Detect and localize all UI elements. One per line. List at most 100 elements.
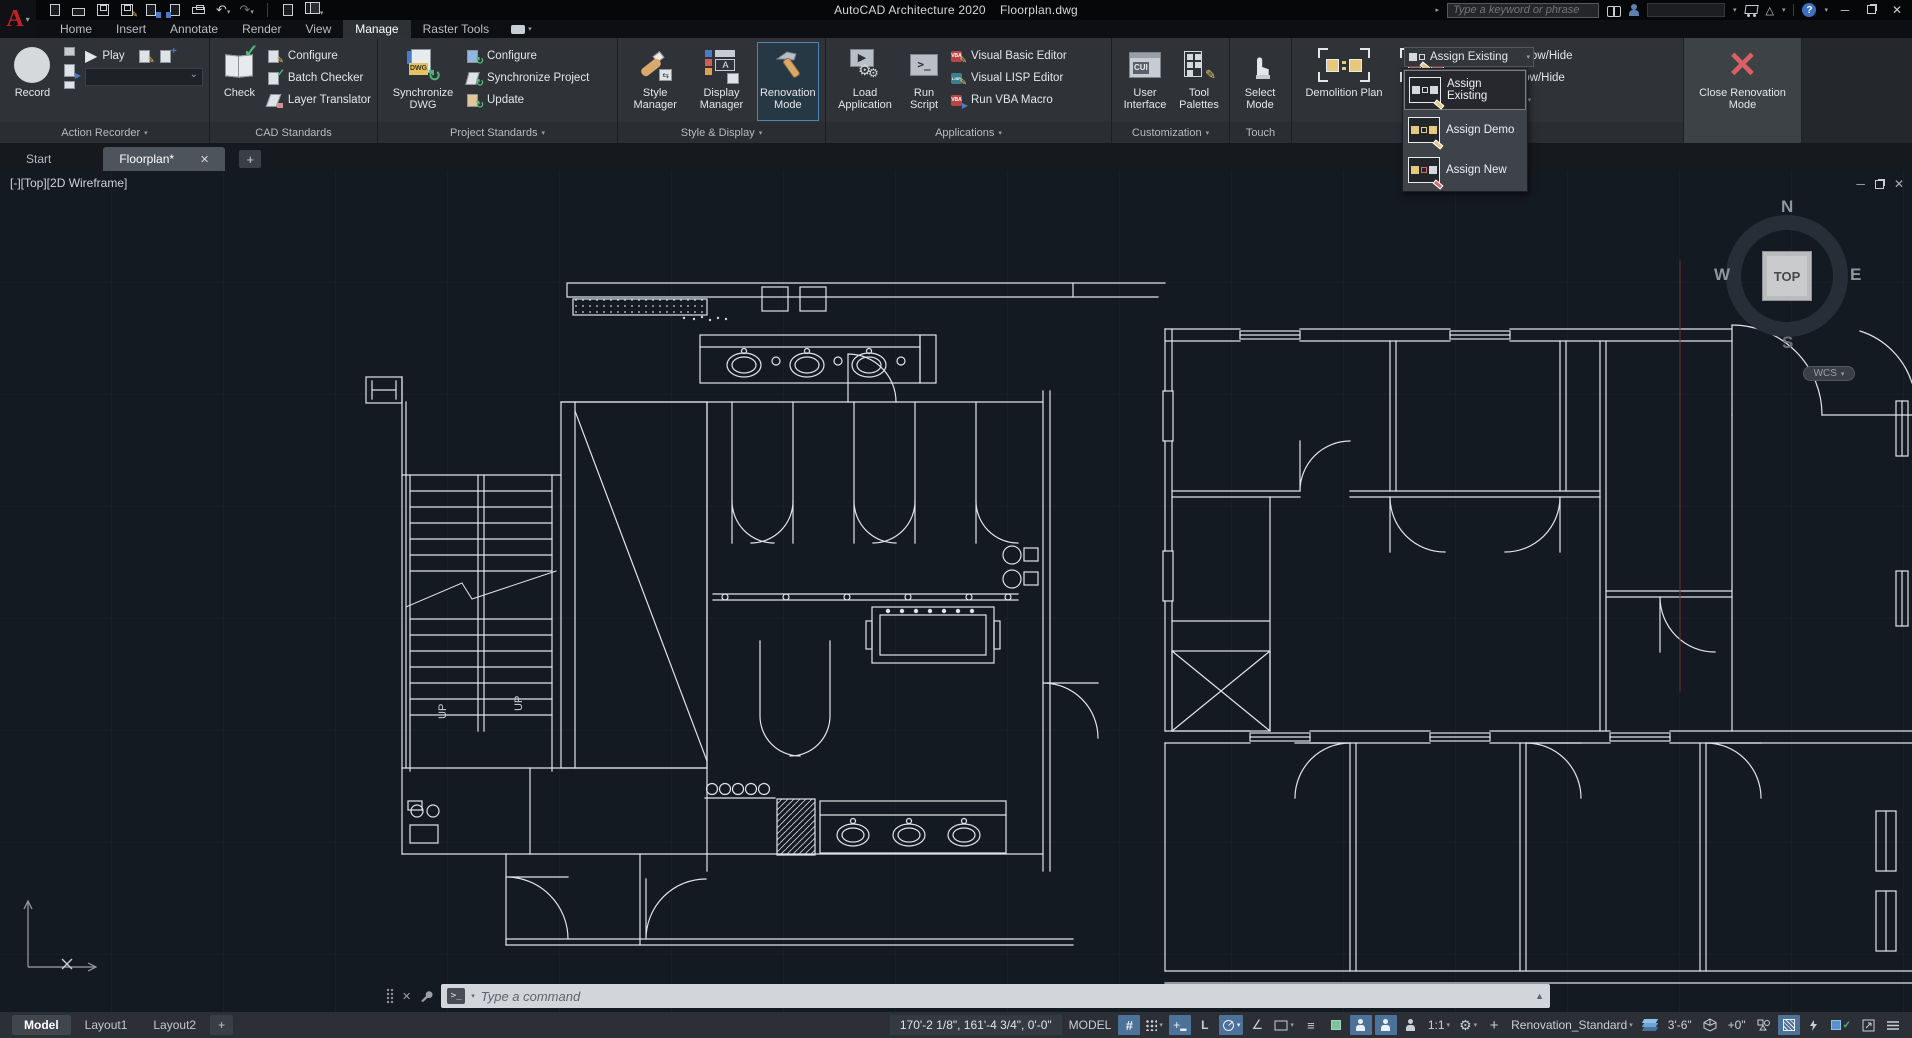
display-manager-button[interactable]: A Display Manager [690,42,752,121]
check-standards-button[interactable]: ✓ Check [216,42,263,121]
viewcube-west[interactable]: W [1714,265,1730,285]
viewport-minimize-icon[interactable]: ─ [1856,177,1865,191]
viewcube[interactable]: N W E S TOP [1712,201,1862,351]
panel-label-applications[interactable]: Applications▾ [826,122,1111,143]
menu-item-assign-existing[interactable]: Assign Existing [1404,70,1526,110]
selection-cycling-toggle[interactable] [1753,1015,1775,1035]
tab-floorplan[interactable]: Floorplan* ✕ [103,147,225,171]
panel-label-customization[interactable]: Customization▾ [1112,122,1229,143]
3d-osnap-toggle[interactable] [1325,1015,1347,1035]
panel-label-action-recorder[interactable]: Action Recorder▾ [0,122,209,143]
layer-translator-button[interactable]: Layer Translator [267,90,371,110]
annotation-monitor-toggle-1[interactable] [1350,1015,1372,1035]
command-recent-icon[interactable]: >_ [447,988,465,1004]
load-application-button[interactable]: ▶ ⚙⚙ Load Application [832,42,898,121]
isolate-objects-button[interactable]: + [1483,1015,1505,1035]
model-space-toggle[interactable]: MODEL [1065,1018,1116,1032]
isometric-drafting-toggle[interactable] [1699,1015,1721,1035]
new-drawing-button[interactable]: + [239,150,261,168]
polar-tracking-toggle[interactable]: ▾ [1219,1015,1244,1035]
tab-home[interactable]: Home [48,20,104,38]
viewcube-south[interactable]: S [1782,333,1793,353]
chevron-down-icon[interactable]: ▾ [1782,6,1786,14]
wcs-dropdown[interactable]: WCS▾ [1803,366,1855,381]
wrench-icon[interactable] [419,989,433,1003]
play-button[interactable]: Play [102,50,124,62]
renovation-mode-button[interactable]: Renovation Mode [757,42,819,121]
command-input[interactable]: >_ ▾ Type a command ▲ [441,984,1550,1008]
close-tab-icon[interactable]: ✕ [200,153,209,166]
display-configuration-dropdown[interactable]: Renovation_Standard▾ [1508,1015,1636,1035]
app-menu-button[interactable]: A ▾ [0,0,36,38]
style-manager-button[interactable]: ⇆ Style Manager [624,42,686,121]
object-snap-toggle[interactable]: ▾ [1271,1015,1297,1035]
hatch-background-toggle[interactable] [1778,1015,1800,1035]
help-button[interactable]: ? [1802,3,1816,17]
sign-in-icon[interactable] [1629,4,1639,16]
tab-model[interactable]: Model [12,1015,71,1035]
quick-properties-toggle[interactable] [1803,1015,1825,1035]
chevron-down-icon[interactable]: ▾ [1733,6,1737,14]
command-expand-icon[interactable]: ▲ [1535,991,1544,1001]
insert-message-icon[interactable] [63,46,79,61]
macro-select-dropdown[interactable] [85,68,203,86]
demolition-plan-button[interactable]: Demolition Plan [1298,42,1390,121]
tab-raster-tools[interactable]: Raster Tools [411,20,501,38]
viewcube-north[interactable]: N [1781,197,1793,217]
menu-item-assign-demo[interactable]: Assign Demo [1404,110,1526,150]
command-close-icon[interactable]: ✕ [402,990,411,1003]
infer-constraints-toggle[interactable]: +▂ [1169,1015,1191,1035]
edit-macro-icon[interactable]: ✎ [138,49,154,64]
a360-icon[interactable]: △ [1766,4,1774,17]
select-mode-button[interactable]: Select Mode [1236,42,1284,121]
preference-icon[interactable] [63,80,79,95]
account-dropdown[interactable] [1647,3,1725,17]
elevation-value[interactable]: 3'-6" [1664,1018,1696,1032]
viewcube-top-face[interactable]: TOP [1762,251,1812,301]
assign-existing-dropdown-button[interactable]: Assign Existing ▾ [1404,47,1534,67]
viewport-close-icon[interactable]: ✕ [1894,177,1904,191]
viewcube-east[interactable]: E [1850,265,1861,285]
annotation-visibility-toggle[interactable] [1400,1015,1422,1035]
configure-standards-button[interactable]: ✎ Configure [267,46,371,66]
tab-annotate[interactable]: Annotate [158,20,230,38]
osnap-tracking-toggle[interactable]: ∠ [1246,1015,1268,1035]
synchronize-project-button[interactable]: ↻ Synchronize Project [466,68,589,88]
synchronize-dwg-button[interactable]: DWG ↻ Synchronize DWG [384,42,462,121]
new-layout-button[interactable]: + [210,1015,233,1035]
chevron-down-icon[interactable]: ▾ [471,992,475,1000]
user-interface-button[interactable]: CUI User Interface [1118,42,1172,121]
minimize-button[interactable]: ─ [1836,3,1854,17]
run-script-button[interactable]: >_ Run Script [902,42,946,121]
chevron-down-icon[interactable]: ▾ [1824,6,1828,14]
viewport-controls-label[interactable]: [-][Top][2D Wireframe] [10,176,127,190]
app-store-icon[interactable] [1745,5,1758,16]
run-vba-macro-button[interactable]: VBA▶ Run VBA Macro [950,90,1067,110]
annotation-monitor-toggle-2[interactable] [1375,1015,1397,1035]
customization-button[interactable]: ⚙▾ [1456,1015,1480,1035]
tab-layout1[interactable]: Layout1 [73,1015,140,1035]
visual-lisp-editor-button[interactable]: LISP✎ Visual LISP Editor [950,68,1067,88]
panel-label-project-standards[interactable]: Project Standards▾ [378,122,617,143]
drawing-viewport[interactable]: UP UP [0,171,1912,1012]
search-expand-icon[interactable]: ▸ [1435,6,1439,14]
tab-view[interactable]: View [293,20,343,38]
close-button[interactable]: ✕ [1888,3,1906,17]
record-button[interactable]: Record [6,42,59,121]
search-input[interactable] [1447,3,1599,18]
insert-input-request-icon[interactable]: ▶ [63,63,79,78]
snap-mode-toggle[interactable]: ▾ [1143,1015,1166,1035]
update-standards-button[interactable]: ↻ Update [466,90,589,110]
batch-checker-button[interactable]: ✓ Batch Checker [267,68,371,88]
tab-insert[interactable]: Insert [104,20,158,38]
configure-project-button[interactable]: ↻ Configure [466,46,589,66]
tool-palettes-button[interactable]: ✎ Tool Palettes [1176,42,1222,121]
tab-manage[interactable]: Manage [343,20,410,38]
search-icon[interactable] [1607,6,1621,15]
ortho-mode-toggle[interactable]: L [1194,1015,1216,1035]
close-renovation-mode-button[interactable]: ✕ Close Renovation Mode [1690,42,1795,121]
command-grip-handle[interactable] [386,988,394,1004]
panel-label-style-display[interactable]: Style & Display▾ [618,122,825,143]
tab-render[interactable]: Render [230,20,293,38]
ribbon-display-toggle[interactable]: ▾ [501,20,542,38]
